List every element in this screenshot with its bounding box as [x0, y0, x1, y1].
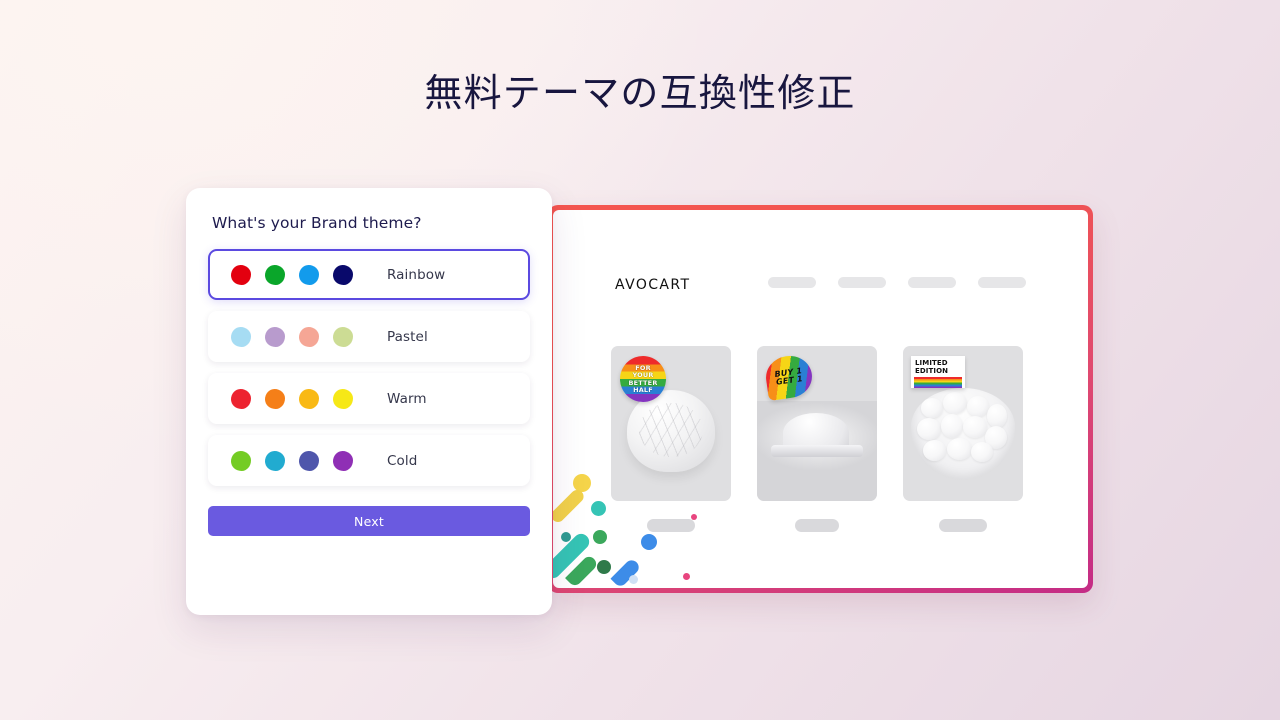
product-card[interactable]: BUY 1 GET 1 [757, 346, 877, 532]
badge-line: HALF [633, 386, 653, 394]
product-title-placeholder [795, 519, 839, 532]
nav-pill-placeholder [768, 276, 816, 288]
color-swatch [265, 264, 285, 285]
color-swatch [299, 388, 319, 409]
store-preview-frame: Avocart FOR YOUR BETTER [548, 205, 1093, 593]
product-thumbnail: LIMITED EDITION [903, 346, 1023, 501]
color-swatch-group [231, 264, 353, 285]
theme-option-rainbow[interactable]: Rainbow [208, 249, 530, 300]
page-title: 無料テーマの互換性修正 [424, 71, 856, 115]
card-heading: What's your Brand theme? [212, 214, 422, 232]
color-swatch-group [231, 326, 353, 347]
color-swatch [265, 450, 285, 471]
store-nav-placeholders [768, 276, 1048, 288]
color-swatch [231, 450, 251, 471]
color-swatch [333, 388, 353, 409]
color-swatch [265, 326, 285, 347]
theme-option-label: Warm [387, 390, 427, 407]
product-card[interactable]: LIMITED EDITION [903, 346, 1023, 532]
color-swatch [299, 264, 319, 285]
color-swatch-group [231, 450, 353, 471]
product-title-placeholder [939, 519, 987, 532]
color-swatch-group [231, 388, 353, 409]
color-swatch [231, 326, 251, 347]
product-thumbnail: BUY 1 GET 1 [757, 346, 877, 501]
color-swatch [299, 326, 319, 347]
promo-badge-for-your-better-half: FOR YOUR BETTER HALF [620, 356, 666, 402]
color-swatch [333, 326, 353, 347]
theme-option-cold[interactable]: Cold [208, 435, 530, 486]
theme-option-label: Pastel [387, 328, 428, 345]
nav-pill-placeholder [978, 276, 1026, 288]
badge-line: YOUR [632, 371, 654, 379]
theme-option-list: Rainbow Pastel Warm Cold [208, 249, 530, 486]
brand-theme-card: What's your Brand theme? Rainbow Pastel [186, 188, 552, 615]
badge-line: LIMITED [915, 359, 948, 367]
color-swatch [299, 450, 319, 471]
color-swatch [333, 450, 353, 471]
theme-option-label: Cold [387, 452, 418, 469]
theme-option-warm[interactable]: Warm [208, 373, 530, 424]
store-preview-content: Avocart FOR YOUR BETTER [553, 210, 1088, 588]
color-swatch [231, 388, 251, 409]
badge-line: GET 1 [775, 374, 804, 387]
next-button[interactable]: Next [208, 506, 530, 536]
nav-pill-placeholder [838, 276, 886, 288]
store-header: Avocart [553, 262, 1088, 302]
confetti-decoration [553, 458, 703, 588]
color-swatch [265, 388, 285, 409]
promo-badge-limited-edition: LIMITED EDITION [911, 356, 965, 389]
color-swatch [231, 264, 251, 285]
nav-pill-placeholder [908, 276, 956, 288]
theme-option-pastel[interactable]: Pastel [208, 311, 530, 362]
rainbow-stripes-icon [914, 377, 962, 389]
badge-line: EDITION [915, 367, 949, 376]
store-logo: Avocart [615, 270, 691, 294]
color-swatch [333, 264, 353, 285]
theme-option-label: Rainbow [387, 266, 446, 283]
